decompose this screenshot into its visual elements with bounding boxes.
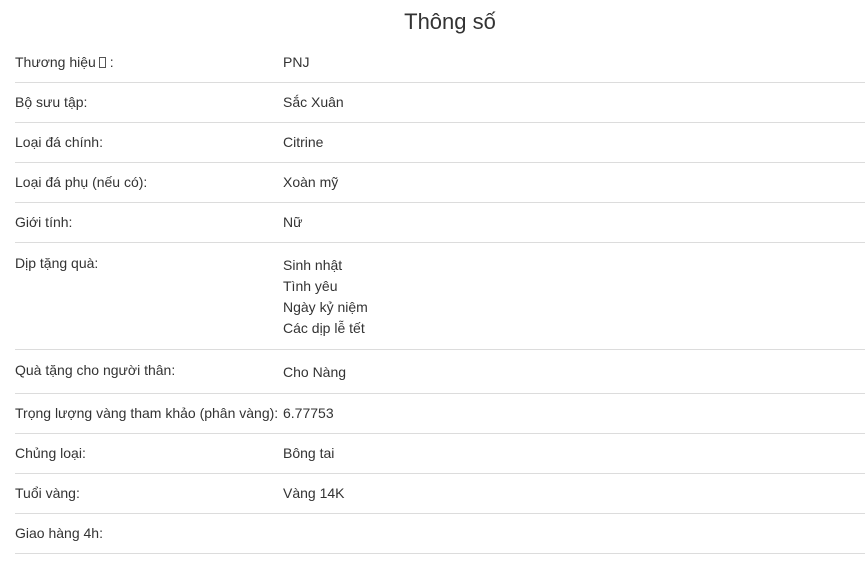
spec-label: Chủng loại:: [15, 445, 86, 461]
spec-row-collection: Bộ sưu tập: Sắc Xuân: [15, 83, 865, 123]
spec-value-item: Tình yêu: [283, 278, 338, 294]
spec-label: Trọng lượng vàng tham khảo (phân vàng):: [15, 405, 279, 421]
spec-value-list: Sinh nhật Tình yêu Ngày kỷ niệm Các dịp …: [283, 253, 865, 349]
spec-value: PNJ: [283, 54, 310, 70]
spec-value: [283, 523, 865, 553]
spec-table: Thương hiệu : PNJ Bộ sưu tập: Sắc Xuân L…: [15, 43, 865, 554]
spec-value-item: Các dịp lễ tết: [283, 320, 365, 336]
spec-value: Bông tai: [283, 445, 335, 461]
spec-value-item: Ngày kỷ niệm: [283, 299, 368, 315]
spec-label: Dịp tặng quà:: [15, 255, 99, 271]
spec-label-suffix: :: [105, 54, 114, 70]
spec-row-side-stone: Loại đá phụ (nếu có): Xoàn mỹ: [15, 163, 865, 203]
spec-row-gift-for: Quà tặng cho người thân: Cho Nàng: [15, 350, 865, 394]
spec-label: Tuổi vàng:: [15, 485, 80, 501]
spec-row-gender: Giới tính: Nữ: [15, 203, 865, 243]
spec-row-occasion: Dịp tặng quà: Sinh nhật Tình yêu Ngày kỷ…: [15, 243, 865, 350]
spec-row-main-stone: Loại đá chính: Citrine: [15, 123, 865, 163]
spec-value: Vàng 14K: [283, 485, 345, 501]
info-icon[interactable]: [98, 57, 106, 68]
spec-label-text: Thương hiệu: [15, 54, 96, 70]
spec-row-delivery: Giao hàng 4h:: [15, 514, 865, 554]
spec-label: Thương hiệu :: [15, 52, 283, 82]
spec-label: Bộ sưu tập:: [15, 94, 88, 110]
spec-value: Sắc Xuân: [283, 94, 344, 110]
spec-row-gold-karat: Tuổi vàng: Vàng 14K: [15, 474, 865, 514]
spec-row-gold-weight: Trọng lượng vàng tham khảo (phân vàng): …: [15, 394, 865, 434]
spec-label: Quà tặng cho người thân:: [15, 362, 176, 378]
section-title: Thông số: [404, 9, 496, 34]
spec-value: 6.77753: [283, 405, 334, 421]
spec-label: Loại đá chính:: [15, 134, 103, 150]
spec-label: Loại đá phụ (nếu có):: [15, 174, 148, 190]
spec-value: Nữ: [283, 214, 303, 230]
spec-value: Citrine: [283, 134, 324, 150]
spec-value: Xoàn mỹ: [283, 174, 339, 190]
spec-row-brand: Thương hiệu : PNJ: [15, 43, 865, 83]
spec-row-category: Chủng loại: Bông tai: [15, 434, 865, 474]
spec-value: Cho Nàng: [283, 364, 347, 380]
spec-label: Giới tính:: [15, 214, 73, 230]
spec-value-item: Sinh nhật: [283, 257, 343, 273]
spec-label: Giao hàng 4h:: [15, 525, 103, 541]
